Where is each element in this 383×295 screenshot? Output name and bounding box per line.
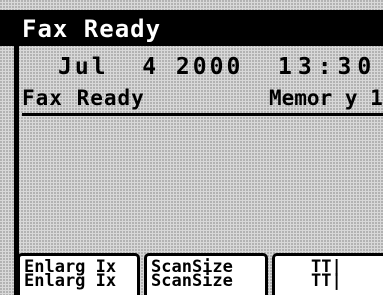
enlarge-softkey[interactable]: Enlarg Ix Enlarg Ix bbox=[17, 253, 140, 295]
softkey-label-line2: Enlarg Ix bbox=[24, 271, 117, 291]
third-softkey[interactable]: TT| TT| bbox=[272, 253, 383, 295]
status-row: Fax Ready Memor y 100% bbox=[22, 85, 383, 116]
mode-status: Fax Ready bbox=[22, 86, 145, 110]
screen-title: Fax Ready bbox=[22, 15, 162, 43]
current-time: 13:30 bbox=[278, 54, 378, 80]
softkey-label-line2: TT| bbox=[311, 271, 342, 291]
scan-size-softkey[interactable]: ScanSize ScanSize bbox=[144, 253, 268, 295]
current-date: Jul 4 2000 bbox=[58, 54, 244, 80]
softkey-label-line2: ScanSize bbox=[151, 271, 233, 291]
fax-lcd-screen: Fax Ready Jul 4 2000 13:30 Fax Ready Mem… bbox=[0, 0, 383, 295]
date-time-row: Jul 4 2000 13:30 bbox=[0, 53, 383, 83]
memory-status: Memor y 100% bbox=[269, 86, 383, 110]
